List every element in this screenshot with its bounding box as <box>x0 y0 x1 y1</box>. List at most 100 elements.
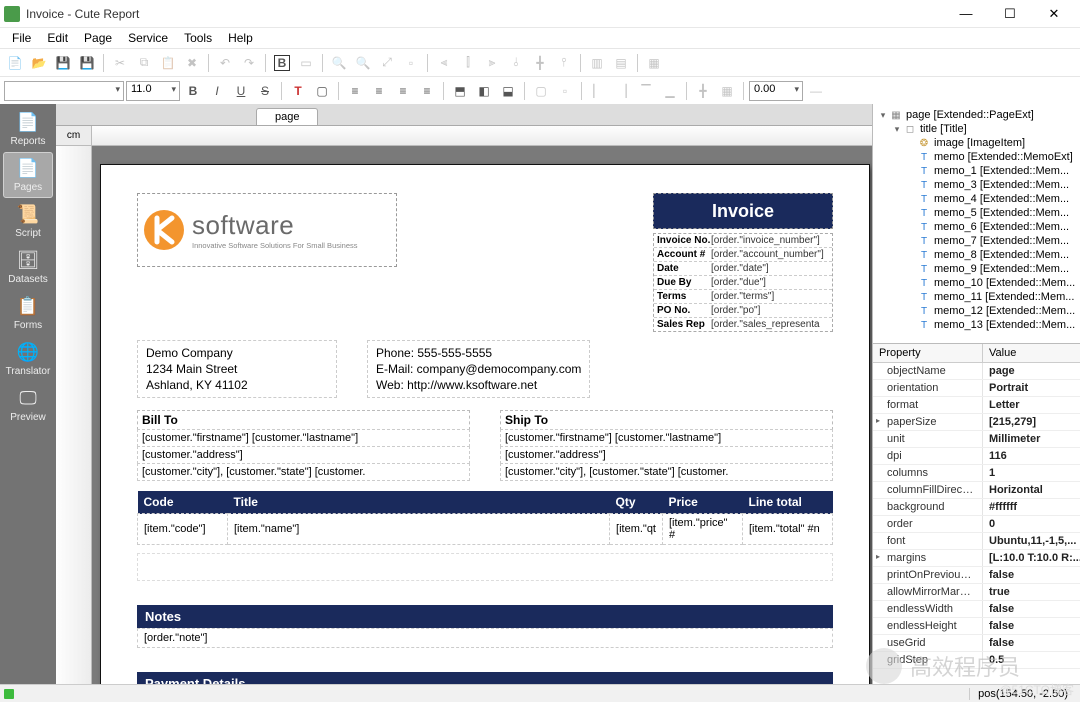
border-width-combo[interactable]: 0.00 <box>749 81 803 101</box>
grid-icon[interactable]: ▦ <box>643 52 665 74</box>
border-none-icon[interactable]: ▫ <box>554 80 576 102</box>
distribute-v-icon[interactable]: ▤ <box>610 52 632 74</box>
menu-help[interactable]: Help <box>220 29 261 47</box>
align-left-icon[interactable]: ≡ <box>344 80 366 102</box>
saveas-icon[interactable]: 💾 <box>76 52 98 74</box>
tree-node[interactable]: ❂image [ImageItem] <box>875 136 1078 150</box>
property-row[interactable]: columnFillDirectionHorizontal <box>873 482 1080 499</box>
tree-node[interactable]: Tmemo_12 [Extended::Mem... <box>875 304 1078 318</box>
payment-header[interactable]: Payment Details <box>137 672 833 684</box>
underline-icon[interactable]: U <box>230 80 252 102</box>
italic-icon[interactable]: I <box>206 80 228 102</box>
tree-node[interactable]: Tmemo_9 [Extended::Mem... <box>875 262 1078 276</box>
item-cell[interactable]: [item."total" #n <box>743 514 833 545</box>
menu-service[interactable]: Service <box>120 29 176 47</box>
page-tab[interactable]: page <box>256 108 318 125</box>
redo-icon[interactable]: ↷ <box>238 52 260 74</box>
notes-body[interactable]: [order."note"] <box>137 628 833 648</box>
property-row[interactable]: order0 <box>873 516 1080 533</box>
open-icon[interactable]: 📂 <box>28 52 50 74</box>
property-row[interactable]: objectNamepage <box>873 363 1080 380</box>
zoom-in-icon[interactable]: 🔍 <box>328 52 350 74</box>
meta-row[interactable]: Terms[order."terms"] <box>654 290 832 304</box>
property-row[interactable]: columns1 <box>873 465 1080 482</box>
paste-icon[interactable]: 📋 <box>157 52 179 74</box>
notes-header[interactable]: Notes <box>137 605 833 628</box>
property-row[interactable]: formatLetter <box>873 397 1080 414</box>
minimize-button[interactable]: — <box>944 0 988 28</box>
menu-file[interactable]: File <box>4 29 39 47</box>
align-justify-icon[interactable]: ≡ <box>416 80 438 102</box>
item-cell[interactable]: [item."qt <box>610 514 663 545</box>
undo-icon[interactable]: ↶ <box>214 52 236 74</box>
meta-row[interactable]: Account #[order."account_number"] <box>654 248 832 262</box>
border-left-icon[interactable]: ▏ <box>587 80 609 102</box>
property-row[interactable]: endlessWidthfalse <box>873 601 1080 618</box>
zoom-1-icon[interactable]: ▫ <box>400 52 422 74</box>
align-top-tool-icon[interactable]: ⫰ <box>505 52 527 74</box>
border-all-icon[interactable]: ▦ <box>716 80 738 102</box>
property-row[interactable]: printOnPreviousPa...false <box>873 567 1080 584</box>
zoom-fit-icon[interactable]: ⤢ <box>376 52 398 74</box>
report-page[interactable]: software Innovative Software Solutions F… <box>100 164 870 684</box>
sidebar-item-datasets[interactable]: 🗄Datasets <box>3 244 53 290</box>
property-row[interactable]: background#ffffff <box>873 499 1080 516</box>
bill-to-block[interactable]: Bill To[customer."firstname"] [customer.… <box>137 410 470 481</box>
fill-color-icon[interactable]: ▢ <box>311 80 333 102</box>
tree-node[interactable]: ▾◻title [Title] <box>875 122 1078 136</box>
valign-bot-icon[interactable]: ⬓ <box>497 80 519 102</box>
menu-edit[interactable]: Edit <box>39 29 76 47</box>
property-row[interactable]: useGridfalse <box>873 635 1080 652</box>
valign-top-icon[interactable]: ⬒ <box>449 80 471 102</box>
tree-node[interactable]: Tmemo_3 [Extended::Mem... <box>875 178 1078 192</box>
align-right-icon[interactable]: ≡ <box>392 80 414 102</box>
tree-node[interactable]: Tmemo_7 [Extended::Mem... <box>875 234 1078 248</box>
zoom-out-icon[interactable]: 🔍 <box>352 52 374 74</box>
tree-node[interactable]: Tmemo_11 [Extended::Mem... <box>875 290 1078 304</box>
font-color-icon[interactable]: T <box>287 80 309 102</box>
font-size-combo[interactable]: 11.0 <box>126 81 180 101</box>
copy-icon[interactable]: ⧉ <box>133 52 155 74</box>
bold-icon[interactable]: B <box>182 80 204 102</box>
tree-node[interactable]: Tmemo_8 [Extended::Mem... <box>875 248 1078 262</box>
border-bottom-icon[interactable]: ▁ <box>659 80 681 102</box>
company-address-block[interactable]: Demo Company 1234 Main Street Ashland, K… <box>137 340 337 398</box>
sidebar-item-preview[interactable]: 🖵Preview <box>3 382 53 428</box>
menu-page[interactable]: Page <box>76 29 120 47</box>
close-button[interactable]: ✕ <box>1032 0 1076 28</box>
border-style-icon[interactable]: ― <box>805 80 827 102</box>
tree-node[interactable]: Tmemo_6 [Extended::Mem... <box>875 220 1078 234</box>
meta-row[interactable]: Sales Rep[order."sales_representa <box>654 318 832 331</box>
border-inner-icon[interactable]: ╋ <box>692 80 714 102</box>
tree-node[interactable]: ▾▦page [Extended::PageExt] <box>875 108 1078 122</box>
sidebar-item-translator[interactable]: 🌐Translator <box>3 336 53 382</box>
company-contact-block[interactable]: Phone: 555-555-5555 E-Mail: company@demo… <box>367 340 590 398</box>
property-row[interactable]: unitMillimeter <box>873 431 1080 448</box>
item-cell[interactable]: [item."name"] <box>228 514 610 545</box>
meta-row[interactable]: Due By[order."due"] <box>654 276 832 290</box>
meta-row[interactable]: Date[order."date"] <box>654 262 832 276</box>
align-hcenter-tool-icon[interactable]: ⫿ <box>457 52 479 74</box>
property-row[interactable]: paperSize[215,279] <box>873 414 1080 431</box>
bold-box-icon[interactable]: B <box>271 52 293 74</box>
property-row[interactable]: margins[L:10.0 T:10.0 R:... <box>873 550 1080 567</box>
meta-row[interactable]: Invoice No.[order."invoice_number"] <box>654 234 832 248</box>
property-row[interactable]: orientationPortrait <box>873 380 1080 397</box>
border-top-icon[interactable]: ▔ <box>635 80 657 102</box>
items-table[interactable]: CodeTitleQtyPriceLine total [item."code"… <box>137 491 833 545</box>
align-bottom-tool-icon[interactable]: ⫯ <box>553 52 575 74</box>
delete-icon[interactable]: ✖ <box>181 52 203 74</box>
sidebar-item-pages[interactable]: 📄Pages <box>3 152 53 198</box>
maximize-button[interactable]: ☐ <box>988 0 1032 28</box>
border-right-icon[interactable]: ▕ <box>611 80 633 102</box>
design-canvas[interactable]: software Innovative Software Solutions F… <box>92 146 872 684</box>
font-family-combo[interactable] <box>4 81 124 101</box>
tree-node[interactable]: Tmemo_1 [Extended::Mem... <box>875 164 1078 178</box>
object-tree[interactable]: ▾▦page [Extended::PageExt]▾◻title [Title… <box>873 104 1080 344</box>
property-grid[interactable]: Property Value objectNamepageorientation… <box>873 344 1080 684</box>
sidebar-item-script[interactable]: 📜Script <box>3 198 53 244</box>
item-cell[interactable]: [item."price" # <box>663 514 743 545</box>
tree-node[interactable]: Tmemo_4 [Extended::Mem... <box>875 192 1078 206</box>
ship-to-block[interactable]: Ship To[customer."firstname"] [customer.… <box>500 410 833 481</box>
property-row[interactable]: gridStep0.5 <box>873 652 1080 669</box>
